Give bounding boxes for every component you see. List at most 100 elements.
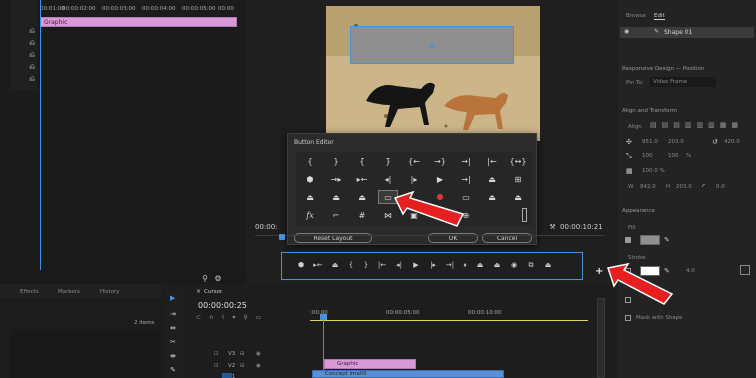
go-to-out-button[interactable]: →} [430, 154, 450, 168]
track-lock-icon[interactable]: ⎌ [28, 51, 36, 59]
transparency-grid-button[interactable]: ⌐ [326, 208, 346, 222]
export-button[interactable]: ⏏ [328, 261, 342, 269]
slip-tool-icon[interactable]: ⇼ [170, 352, 176, 360]
extract-button[interactable]: ⏏ [352, 190, 372, 204]
visibility-icon[interactable]: ◉ [624, 28, 629, 35]
width-value[interactable]: 842.0 [640, 184, 656, 190]
wrench-icon[interactable]: ⚲ [200, 273, 210, 283]
go-to-in-button[interactable]: |← [375, 261, 389, 269]
align-top-icon[interactable]: ▥ [685, 121, 692, 131]
align-middle-icon[interactable]: ▥ [697, 121, 704, 131]
source-patch-icon[interactable]: ⊡ [214, 363, 219, 369]
ripple-tool-icon[interactable]: ⇹ [170, 324, 176, 332]
pen-tool-icon[interactable]: ✎ [170, 366, 176, 374]
source-playhead[interactable] [40, 0, 41, 270]
snap-icon[interactable]: ⊂ [196, 314, 201, 322]
fill-color-swatch[interactable] [640, 235, 660, 245]
scale-value-b[interactable]: 100 [668, 153, 679, 159]
sequence-tab[interactable]: Cursor [204, 289, 222, 295]
step-forward-button[interactable]: |▸ [404, 172, 424, 186]
position-x-value[interactable]: 951.0 [642, 139, 658, 145]
stroke-options-button[interactable] [740, 265, 750, 275]
stroke-width-value[interactable]: 4.0 [686, 268, 695, 274]
go-to-out-button[interactable]: →| [443, 261, 457, 269]
go-to-in-button[interactable]: {← [404, 154, 424, 168]
marker-icon[interactable]: ⌇ [221, 314, 224, 322]
tab-edit[interactable]: Edit [654, 13, 665, 20]
spacer-button[interactable] [522, 208, 527, 222]
overwrite-button[interactable]: ⏏ [300, 190, 320, 204]
project-list-area[interactable] [10, 330, 160, 378]
tab-markers[interactable]: Markers [58, 289, 80, 295]
position-y-value[interactable]: 203.0 [668, 139, 684, 145]
fill-checkbox[interactable] [625, 237, 631, 243]
tab-browse[interactable]: Browse [626, 13, 646, 19]
extract-button[interactable]: ⏏ [490, 261, 504, 269]
align-center-icon[interactable]: ▤ [662, 121, 669, 131]
distribute-h-icon[interactable]: ▦ [720, 121, 727, 131]
anchor-point-icon[interactable]: ⊕ [427, 40, 437, 50]
clear-in-button[interactable]: {̄ [352, 154, 372, 168]
mark-in-button[interactable]: { [345, 261, 357, 269]
settings-icon[interactable]: ⚙ [213, 273, 223, 283]
track-lock-icon[interactable]: ⊟ [240, 363, 245, 369]
lift-button[interactable]: ⏏ [482, 172, 502, 186]
source-ruler[interactable]: 00:01:00 00:00:02:00 00:00:03:00 00:00:0… [40, 6, 240, 16]
align-bottom-icon[interactable]: ▥ [708, 121, 715, 131]
spacer-button[interactable]: ⏸ [460, 261, 470, 270]
work-area-bar[interactable] [310, 320, 588, 321]
shuttle-left-button[interactable]: ▸← [352, 172, 372, 186]
mark-in-button[interactable]: { [300, 154, 320, 168]
tab-history[interactable]: History [100, 289, 120, 295]
razor-tool-icon[interactable]: ✂ [170, 338, 176, 346]
add-marker-icon[interactable]: ▾ [232, 314, 235, 322]
go-to-next-edit-button[interactable]: →| [456, 154, 476, 168]
go-to-prev-edit-button[interactable]: |← [482, 154, 502, 168]
insert-button[interactable]: ⊞ [508, 172, 528, 186]
mark-out-button[interactable]: } [326, 154, 346, 168]
rotation-value[interactable]: 420.0 [724, 139, 740, 145]
grid-button[interactable]: # [352, 208, 372, 222]
mask-checkbox[interactable] [625, 315, 631, 321]
clear-out-button[interactable]: }̄ [378, 154, 398, 168]
captions-icon[interactable]: ▭ [256, 314, 262, 322]
align-right-icon[interactable]: ▤ [673, 121, 680, 131]
track-lock-icon[interactable]: ⊟ [240, 351, 245, 357]
track-lock-icon[interactable]: ⎌ [28, 63, 36, 71]
button-editor-plus-button[interactable]: + [595, 266, 603, 277]
track-eye-icon[interactable]: ◉ [256, 363, 261, 369]
clip-graphic[interactable]: Graphic [324, 359, 416, 369]
settings-icon[interactable]: ⚒ [548, 222, 557, 231]
mark-out-button[interactable]: } [360, 261, 372, 269]
add-marker-button[interactable]: ⬢ [294, 261, 308, 269]
track-lock-icon[interactable]: ⎌ [28, 39, 36, 47]
next-marker-button[interactable]: →| [456, 172, 476, 186]
playhead-timecode[interactable]: 00:00: [255, 223, 278, 231]
sequence-timecode[interactable]: 00:00:00:25 [198, 301, 247, 310]
height-value[interactable]: 203.0 [676, 184, 692, 190]
track-lock-icon[interactable]: ⎌ [28, 75, 36, 83]
corner-radius-value[interactable]: 0.0 [716, 184, 725, 190]
step-forward-button[interactable]: |▸ [426, 261, 440, 269]
timeline-vertical-scrollbar[interactable] [597, 298, 605, 378]
export-frame-button[interactable]: ⏏ [326, 190, 346, 204]
source-patch-icon[interactable]: ⊡ [214, 351, 219, 357]
monitor-playhead-marker[interactable] [279, 234, 285, 240]
eyedropper-icon[interactable]: ✎ [664, 236, 670, 244]
play-button[interactable]: ▶ [409, 261, 423, 269]
clip-graphic-top[interactable]: Graphic [40, 17, 237, 27]
step-back-button[interactable]: ◂| [392, 261, 406, 269]
opacity-value[interactable]: 100.0 % [642, 168, 665, 174]
sequence-playhead-handle[interactable] [320, 314, 327, 320]
play-in-to-out-button[interactable]: {↔} [508, 154, 528, 168]
selection-tool-icon[interactable]: ▶ [170, 294, 175, 302]
toggle-proxies-button[interactable]: ⏏ [541, 261, 555, 269]
v1-source-patch[interactable] [222, 373, 232, 378]
pin-to-dropdown[interactable]: Video Frame [650, 77, 716, 87]
comparison-button[interactable]: ⧉ [524, 261, 538, 270]
step-back-button[interactable]: ◂| [378, 172, 398, 186]
clip-image[interactable]: Concept ima00 [312, 370, 504, 378]
distribute-v-icon[interactable]: ▦ [731, 121, 738, 131]
close-icon[interactable]: × [196, 288, 201, 295]
wrench-icon[interactable]: ⚲ [243, 314, 247, 322]
